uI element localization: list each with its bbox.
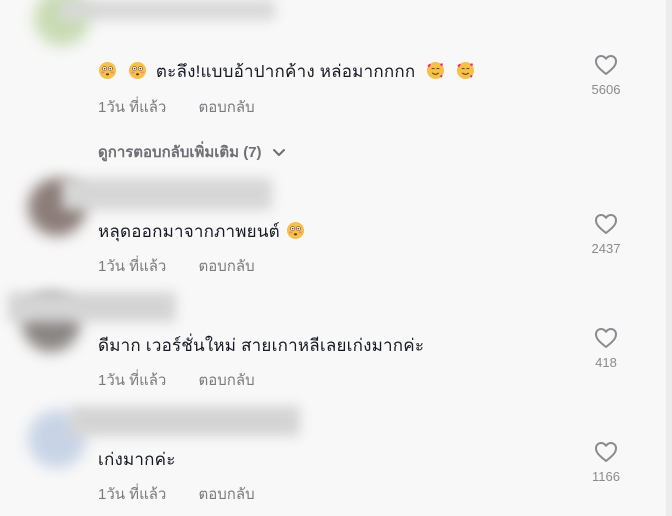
like-button[interactable]: 418 <box>580 327 632 370</box>
reply-button[interactable]: ตอบกลับ <box>199 99 255 116</box>
reply-button[interactable]: ตอบกลับ <box>199 372 255 389</box>
username-blurred <box>62 178 272 210</box>
heart-icon[interactable] <box>594 441 618 463</box>
like-count: 2437 <box>591 241 621 256</box>
flushed-face-icon <box>98 61 117 80</box>
comment-meta: 1วัน ที่แล้ว ตอบกลับ <box>98 368 255 392</box>
view-more-replies-button[interactable]: ดูการตอบกลับเพิ่มเติม (7) <box>98 140 286 164</box>
comment-time: 1วัน ที่แล้ว <box>98 99 167 116</box>
comment-time: 1วัน ที่แล้ว <box>98 372 167 389</box>
scrollbar[interactable] <box>666 0 672 516</box>
comment-text: เก่งมากค่ะ <box>98 446 176 473</box>
heart-icon[interactable] <box>594 213 618 235</box>
like-button[interactable]: 2437 <box>580 213 632 256</box>
comment-meta: 1วัน ที่แล้ว ตอบกลับ <box>98 482 255 506</box>
comment-text: ตะลึง!แบบอ้าปากค้าง หล่อมากกกก <box>98 58 475 85</box>
comment-body: ตะลึง!แบบอ้าปากค้าง หล่อมากกกก <box>155 62 416 81</box>
smiling-face-with-hearts-icon <box>426 61 445 80</box>
heart-icon[interactable] <box>594 327 618 349</box>
username-blurred <box>8 292 176 322</box>
comment-meta: 1วัน ที่แล้ว ตอบกลับ <box>98 95 255 119</box>
like-count: 1166 <box>592 469 620 484</box>
chevron-down-icon <box>272 149 285 157</box>
comment-text: หลุดออกมาจากภาพยนต์ <box>98 218 305 245</box>
flushed-face-icon <box>286 221 305 240</box>
comment-time: 1วัน ที่แล้ว <box>98 486 167 503</box>
comment-text: ดีมาก เวอร์ชั่นใหม่ สายเกาหลีเลยเก่งมากค… <box>98 332 424 359</box>
like-count: 5606 <box>591 82 621 97</box>
reply-button[interactable]: ตอบกลับ <box>199 486 255 503</box>
view-more-replies-label: ดูการตอบกลับเพิ่มเติม (7) <box>98 144 262 161</box>
like-button[interactable]: 1166 <box>580 441 632 484</box>
like-count: 418 <box>595 355 617 370</box>
heart-icon[interactable] <box>594 54 618 76</box>
flushed-face-icon <box>128 61 147 80</box>
username-blurred <box>70 406 300 436</box>
comment-body: เก่งมากค่ะ <box>98 450 176 469</box>
smiling-face-with-hearts-icon <box>456 61 475 80</box>
comment-meta: 1วัน ที่แล้ว ตอบกลับ <box>98 254 255 278</box>
comment-time: 1วัน ที่แล้ว <box>98 258 167 275</box>
like-button[interactable]: 5606 <box>580 54 632 97</box>
comment-body: ดีมาก เวอร์ชั่นใหม่ สายเกาหลีเลยเก่งมากค… <box>98 336 425 355</box>
reply-button[interactable]: ตอบกลับ <box>199 258 255 275</box>
username-blurred <box>60 0 275 20</box>
comment-body: หลุดออกมาจากภาพยนต์ <box>98 222 280 241</box>
